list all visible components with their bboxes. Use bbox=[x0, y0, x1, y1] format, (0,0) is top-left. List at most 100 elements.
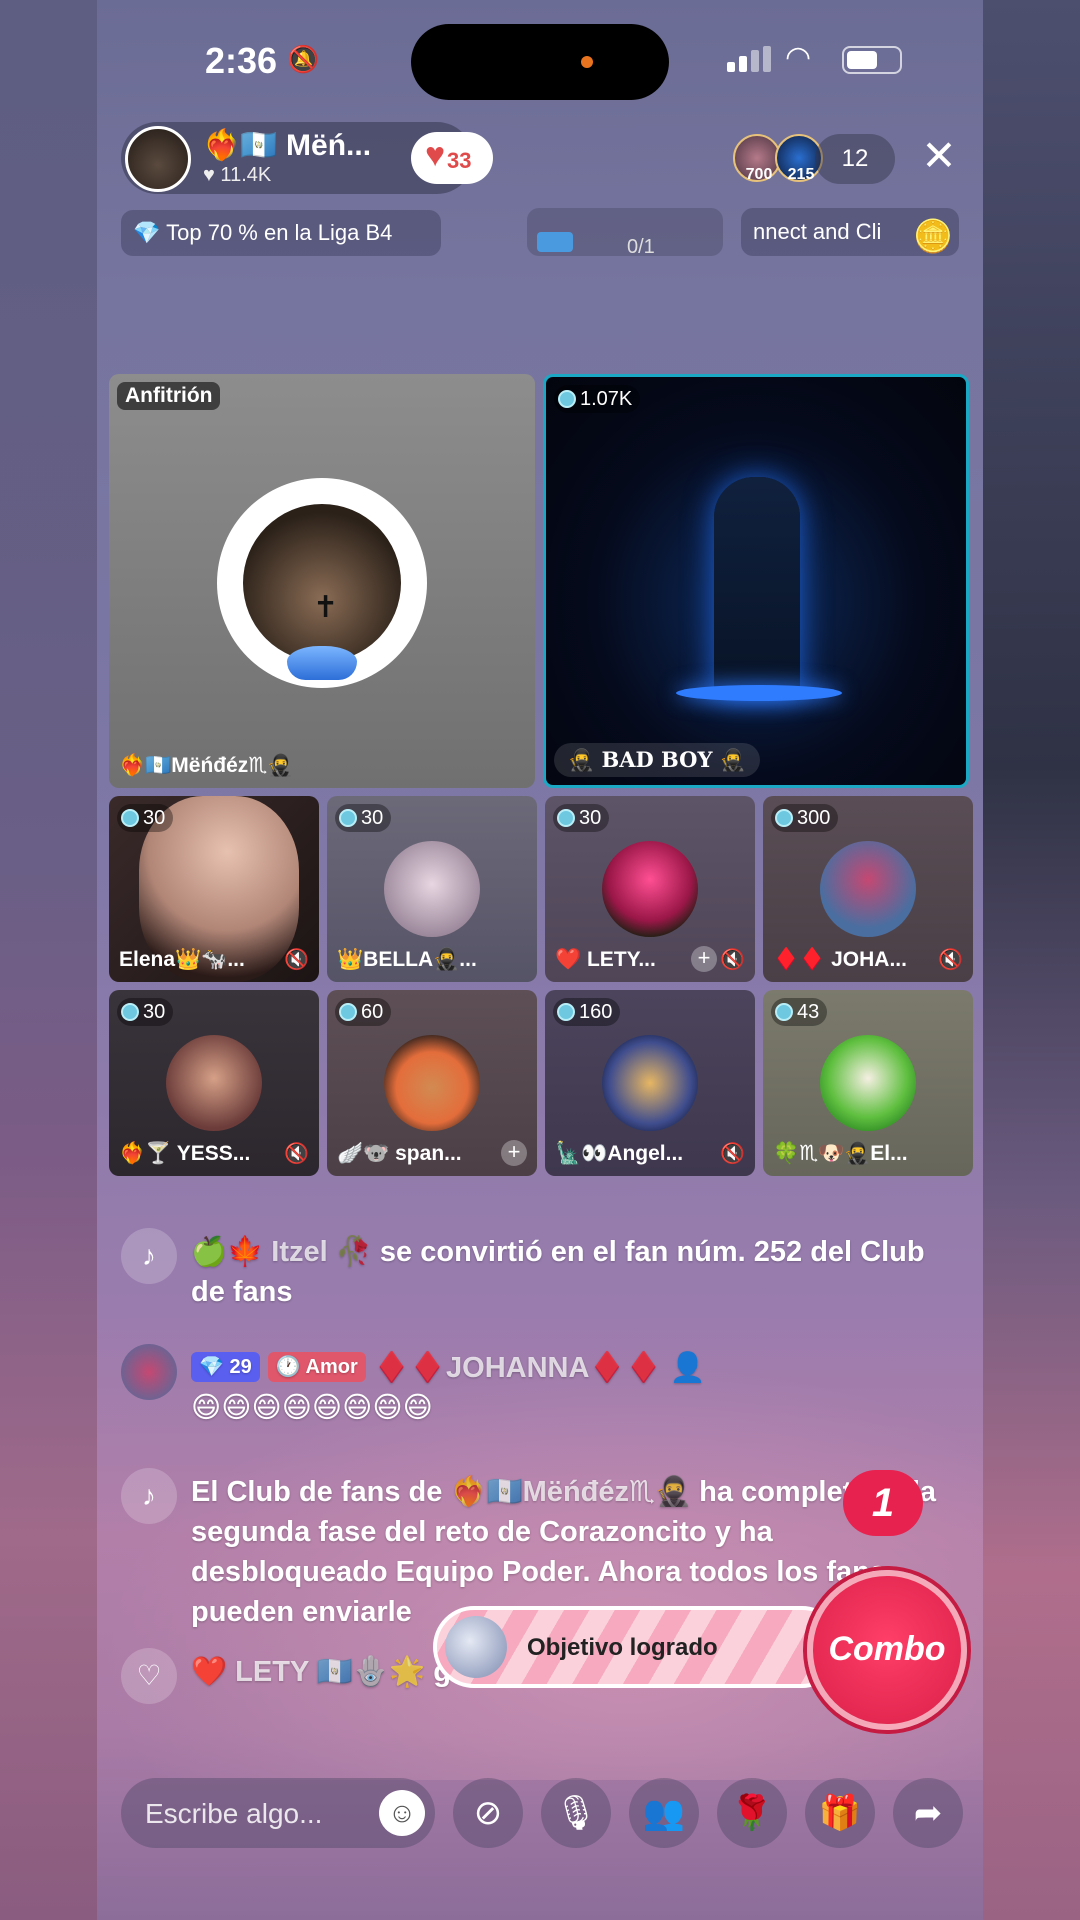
combo-count: 1 bbox=[843, 1470, 923, 1536]
guest-avatar bbox=[820, 1035, 916, 1131]
rose-gift-icon[interactable]: 🌹 bbox=[717, 1778, 787, 1848]
tiktok-note-icon: ♪ bbox=[121, 1228, 177, 1284]
host-likes: ♥ 11.4K bbox=[203, 164, 272, 186]
featured-guest-tile[interactable]: 1.07K 🥷 BAD BOY 🥷 bbox=[543, 374, 969, 788]
coin-badge: 30 bbox=[553, 804, 610, 832]
profile-icon[interactable]: 👤 bbox=[670, 1352, 706, 1384]
fan-club-button[interactable]: ♥ 33 bbox=[411, 132, 493, 184]
host-tile-avatar: ✝ bbox=[217, 478, 427, 688]
guest-tile[interactable]: 43 🍀♏🐶🥷El... bbox=[763, 990, 973, 1176]
chat-user[interactable]: Itzel 🥀 bbox=[271, 1236, 372, 1268]
chat-avatar[interactable] bbox=[121, 1344, 177, 1400]
combo-label: Combo bbox=[828, 1630, 946, 1668]
spotlight bbox=[676, 685, 842, 701]
guest-avatar bbox=[602, 1035, 698, 1131]
battery-icon bbox=[842, 46, 902, 74]
guest-tile[interactable]: 30 ❤️‍🔥🍸 YESS... 🔇 bbox=[109, 990, 319, 1176]
host-tile-name: ❤️‍🔥🇬🇹Mëńđéz♏🥷 bbox=[119, 754, 294, 777]
comment-input[interactable] bbox=[145, 1796, 365, 1832]
cross-icon: ✝ bbox=[313, 591, 339, 624]
league-ranking[interactable]: 💎 Top 70 % en la Liga B4 bbox=[121, 210, 441, 256]
host-tile[interactable]: Anfitrión ✝ ❤️‍🔥🇬🇹Mëńđéz♏🥷 bbox=[109, 374, 535, 788]
guest-name: ❤️ LETY... bbox=[555, 948, 656, 971]
chat-user[interactable]: ❤️‍🔥🇬🇹Mëńđéz♏🥷 bbox=[450, 1476, 691, 1508]
blurred-background-left bbox=[0, 0, 97, 1920]
heart-icon: ♡ bbox=[121, 1648, 177, 1704]
add-icon[interactable]: + bbox=[501, 1140, 527, 1166]
guest-tile[interactable]: 30 👑BELLA🥷... bbox=[327, 796, 537, 982]
close-icon[interactable]: ✕ bbox=[915, 134, 963, 182]
status-bar: 2:36 🔕 ◠ bbox=[97, 24, 983, 100]
mic-off-icon: 🔇 bbox=[720, 1143, 745, 1165]
coin-icon bbox=[558, 390, 576, 408]
featured-guest-name: 🥷 BAD BOY 🥷 bbox=[554, 743, 760, 777]
guest-name: ♦️♦️ JOHA... bbox=[773, 948, 907, 971]
connect-banner[interactable]: nnect and Cli 🪙 bbox=[741, 208, 959, 256]
coin-badge: 30 bbox=[117, 804, 174, 832]
viewer-avatar[interactable]: 700 bbox=[733, 134, 781, 183]
lotus-icon bbox=[287, 646, 357, 680]
add-icon[interactable]: + bbox=[691, 946, 717, 972]
guest-name: 👑BELLA🥷... bbox=[337, 948, 477, 971]
combo-button[interactable]: Combo bbox=[807, 1570, 967, 1730]
chat-user[interactable]: LETY 🇬🇹🪬🌟 bbox=[235, 1656, 425, 1688]
guest-figure bbox=[714, 477, 800, 697]
clock: 2:36 bbox=[205, 40, 278, 81]
coin-badge: 300 bbox=[771, 804, 839, 832]
viewer-count[interactable]: 12 bbox=[815, 134, 895, 184]
wifi-icon: ◠ bbox=[785, 41, 812, 74]
goal-icon bbox=[537, 232, 573, 252]
coin-badge: 43 bbox=[771, 998, 828, 1026]
bell-slash-icon: 🔕 bbox=[287, 44, 320, 74]
fan-badge: 🕐 Amor bbox=[267, 1352, 366, 1382]
guest-tile[interactable]: 60 🪽🐨 span... + bbox=[327, 990, 537, 1176]
tiktok-note-icon: ♪ bbox=[121, 1468, 177, 1524]
mic-off-icon: 🔇 bbox=[720, 949, 745, 971]
coin-badge: 60 bbox=[335, 998, 392, 1026]
live-screen: 2:36 🔕 ◠ ❤️‍🔥🇬🇹 Mëń... ♥ 11.4K ♥ 33 700 … bbox=[97, 0, 983, 1920]
guest-tile[interactable]: 30 ❤️ LETY... + 🔇 bbox=[545, 796, 755, 982]
level-badge: 💎 29 bbox=[191, 1352, 260, 1382]
guest-name: Elena👑🐄... bbox=[119, 948, 245, 971]
chat-text: 😄😄😄😄😄😄😄😄 bbox=[191, 1392, 433, 1424]
guest-name: 🗽👀Angel... bbox=[555, 1142, 684, 1165]
guests-icon[interactable]: 👥 bbox=[629, 1778, 699, 1848]
coin-badge: 30 bbox=[335, 804, 392, 832]
guest-tile[interactable]: 30 Elena👑🐄... 🔇 bbox=[109, 796, 319, 982]
top-viewers[interactable]: 700 215 bbox=[733, 134, 823, 184]
coin-badge: 160 bbox=[553, 998, 621, 1026]
goal-progress[interactable]: 0/1 bbox=[527, 208, 723, 256]
mic-off-icon: 🔇 bbox=[284, 1143, 309, 1165]
camera-off-icon[interactable]: ⊘ bbox=[453, 1778, 523, 1848]
mic-off-icon: 🔇 bbox=[284, 949, 309, 971]
guest-tile[interactable]: 300 ♦️♦️ JOHA... 🔇 bbox=[763, 796, 973, 982]
recording-dot bbox=[581, 56, 593, 68]
diamond-icon: 💎 bbox=[133, 220, 161, 245]
guest-name: ❤️‍🔥🍸 YESS... bbox=[119, 1142, 251, 1165]
emoji-icon[interactable]: ☺ bbox=[379, 1790, 425, 1836]
guest-name: 🪽🐨 span... bbox=[337, 1142, 462, 1165]
guest-tile[interactable]: 160 🗽👀Angel... 🔇 bbox=[545, 990, 755, 1176]
heart-icon: ♥ bbox=[425, 136, 446, 174]
host-info[interactable]: ❤️‍🔥🇬🇹 Mëń... ♥ 11.4K ♥ 33 bbox=[121, 122, 493, 194]
gift-icon[interactable]: 🎁 bbox=[805, 1778, 875, 1848]
host-name: ❤️‍🔥🇬🇹 Mëń... bbox=[203, 129, 372, 162]
guest-avatar bbox=[166, 1035, 262, 1131]
gift-avatar bbox=[445, 1616, 507, 1678]
microphone-icon[interactable]: 🎙 bbox=[541, 1778, 611, 1848]
share-icon[interactable]: ➦ bbox=[893, 1778, 963, 1848]
fan-level: 33 bbox=[447, 148, 472, 173]
dynamic-island bbox=[411, 24, 669, 100]
signal-icon bbox=[727, 46, 771, 72]
coin-badge: 30 bbox=[117, 998, 174, 1026]
objective-banner: Objetivo logrado bbox=[433, 1606, 843, 1688]
coin-badge: 1.07K bbox=[554, 385, 641, 413]
objective-text: Objetivo logrado bbox=[527, 1634, 718, 1661]
viewer-score: 700 bbox=[745, 166, 773, 183]
blurred-background-right bbox=[983, 0, 1080, 1920]
comment-composer[interactable]: ☺ bbox=[121, 1778, 435, 1848]
host-avatar[interactable] bbox=[125, 126, 191, 192]
guest-avatar bbox=[602, 841, 698, 937]
treasure-icon: 🪙 bbox=[913, 218, 953, 254]
chat-user[interactable]: ♦️♦️JOHANNA♦️♦️ bbox=[374, 1352, 662, 1384]
